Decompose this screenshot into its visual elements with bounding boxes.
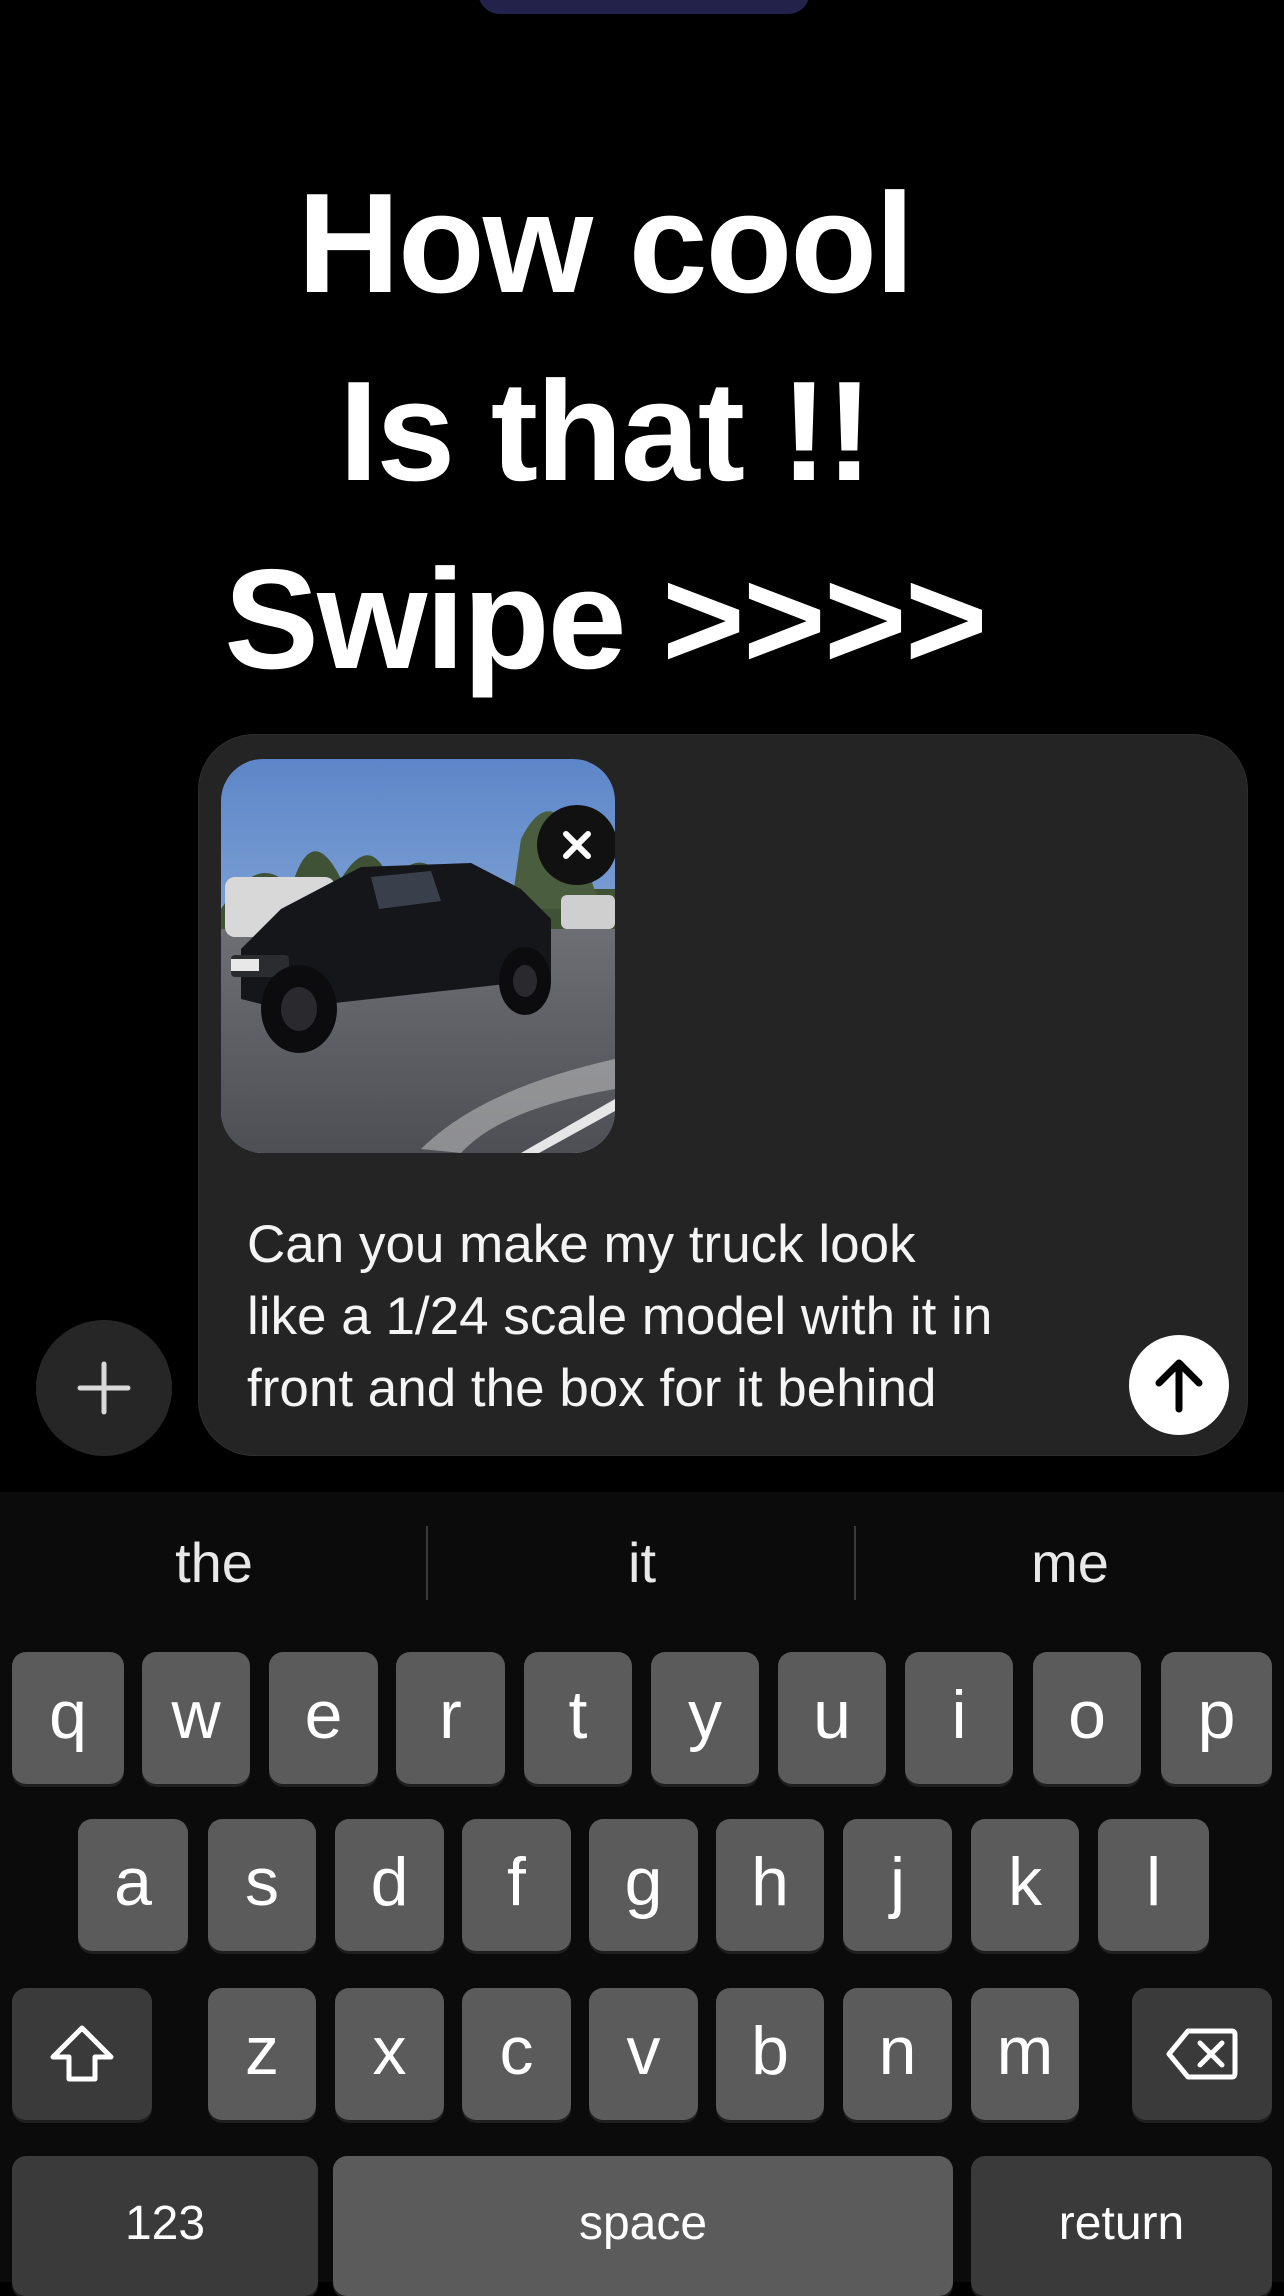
key-o[interactable]: o: [1033, 1652, 1141, 1784]
key-d[interactable]: d: [335, 1819, 444, 1951]
plus-icon: [77, 1361, 131, 1415]
send-button[interactable]: [1129, 1335, 1229, 1435]
key-r[interactable]: r: [396, 1652, 505, 1784]
keyboard: the it me q w e r t y u i o p a s d f g …: [0, 1492, 1284, 2296]
key-z[interactable]: z: [208, 1988, 316, 2120]
key-u[interactable]: u: [778, 1652, 886, 1784]
key-k[interactable]: k: [971, 1819, 1079, 1951]
suggestion-it[interactable]: it: [428, 1522, 856, 1604]
key-w[interactable]: w: [142, 1652, 250, 1784]
numbers-key[interactable]: 123: [12, 2156, 318, 2296]
key-f[interactable]: f: [462, 1819, 571, 1951]
key-p[interactable]: p: [1161, 1652, 1272, 1784]
backspace-icon: [1166, 2028, 1238, 2080]
suggestion-the[interactable]: the: [0, 1522, 428, 1604]
dynamic-island: [478, 0, 810, 14]
caption-line-1: How cool: [297, 164, 914, 323]
key-t[interactable]: t: [524, 1652, 632, 1784]
key-m[interactable]: m: [971, 1988, 1079, 2120]
key-v[interactable]: v: [589, 1988, 698, 2120]
image-attachment[interactable]: [221, 759, 615, 1153]
key-c[interactable]: c: [462, 1988, 571, 2120]
key-s[interactable]: s: [208, 1819, 316, 1951]
overlay-caption: How cool Is that !! Swipe >>>>: [0, 150, 1210, 714]
key-g[interactable]: g: [589, 1819, 698, 1951]
message-input[interactable]: Can you make my truck look like a 1/24 s…: [247, 1209, 1127, 1425]
arrow-up-icon: [1155, 1359, 1203, 1413]
key-j[interactable]: j: [843, 1819, 952, 1951]
key-i[interactable]: i: [905, 1652, 1013, 1784]
space-key[interactable]: space: [333, 2156, 953, 2296]
close-icon: [563, 831, 591, 859]
caption-line-3: Swipe >>>>: [224, 540, 988, 699]
suggestion-me[interactable]: me: [856, 1522, 1284, 1604]
return-key[interactable]: return: [971, 2156, 1272, 2296]
key-y[interactable]: y: [651, 1652, 759, 1784]
shift-key[interactable]: [12, 1988, 152, 2120]
key-b[interactable]: b: [716, 1988, 824, 2120]
key-l[interactable]: l: [1098, 1819, 1209, 1951]
delete-key[interactable]: [1132, 1988, 1272, 2120]
key-e[interactable]: e: [269, 1652, 378, 1784]
caption-line-2: Is that !!: [338, 352, 873, 511]
key-q[interactable]: q: [12, 1652, 124, 1784]
remove-attachment-button[interactable]: [537, 805, 615, 885]
add-button[interactable]: [36, 1320, 172, 1456]
key-a[interactable]: a: [78, 1819, 188, 1951]
key-x[interactable]: x: [335, 1988, 444, 2120]
suggestion-bar: the it me: [0, 1522, 1284, 1604]
shift-icon: [50, 2025, 114, 2082]
key-n[interactable]: n: [843, 1988, 952, 2120]
key-h[interactable]: h: [716, 1819, 824, 1951]
message-composer[interactable]: Can you make my truck look like a 1/24 s…: [198, 734, 1248, 1456]
